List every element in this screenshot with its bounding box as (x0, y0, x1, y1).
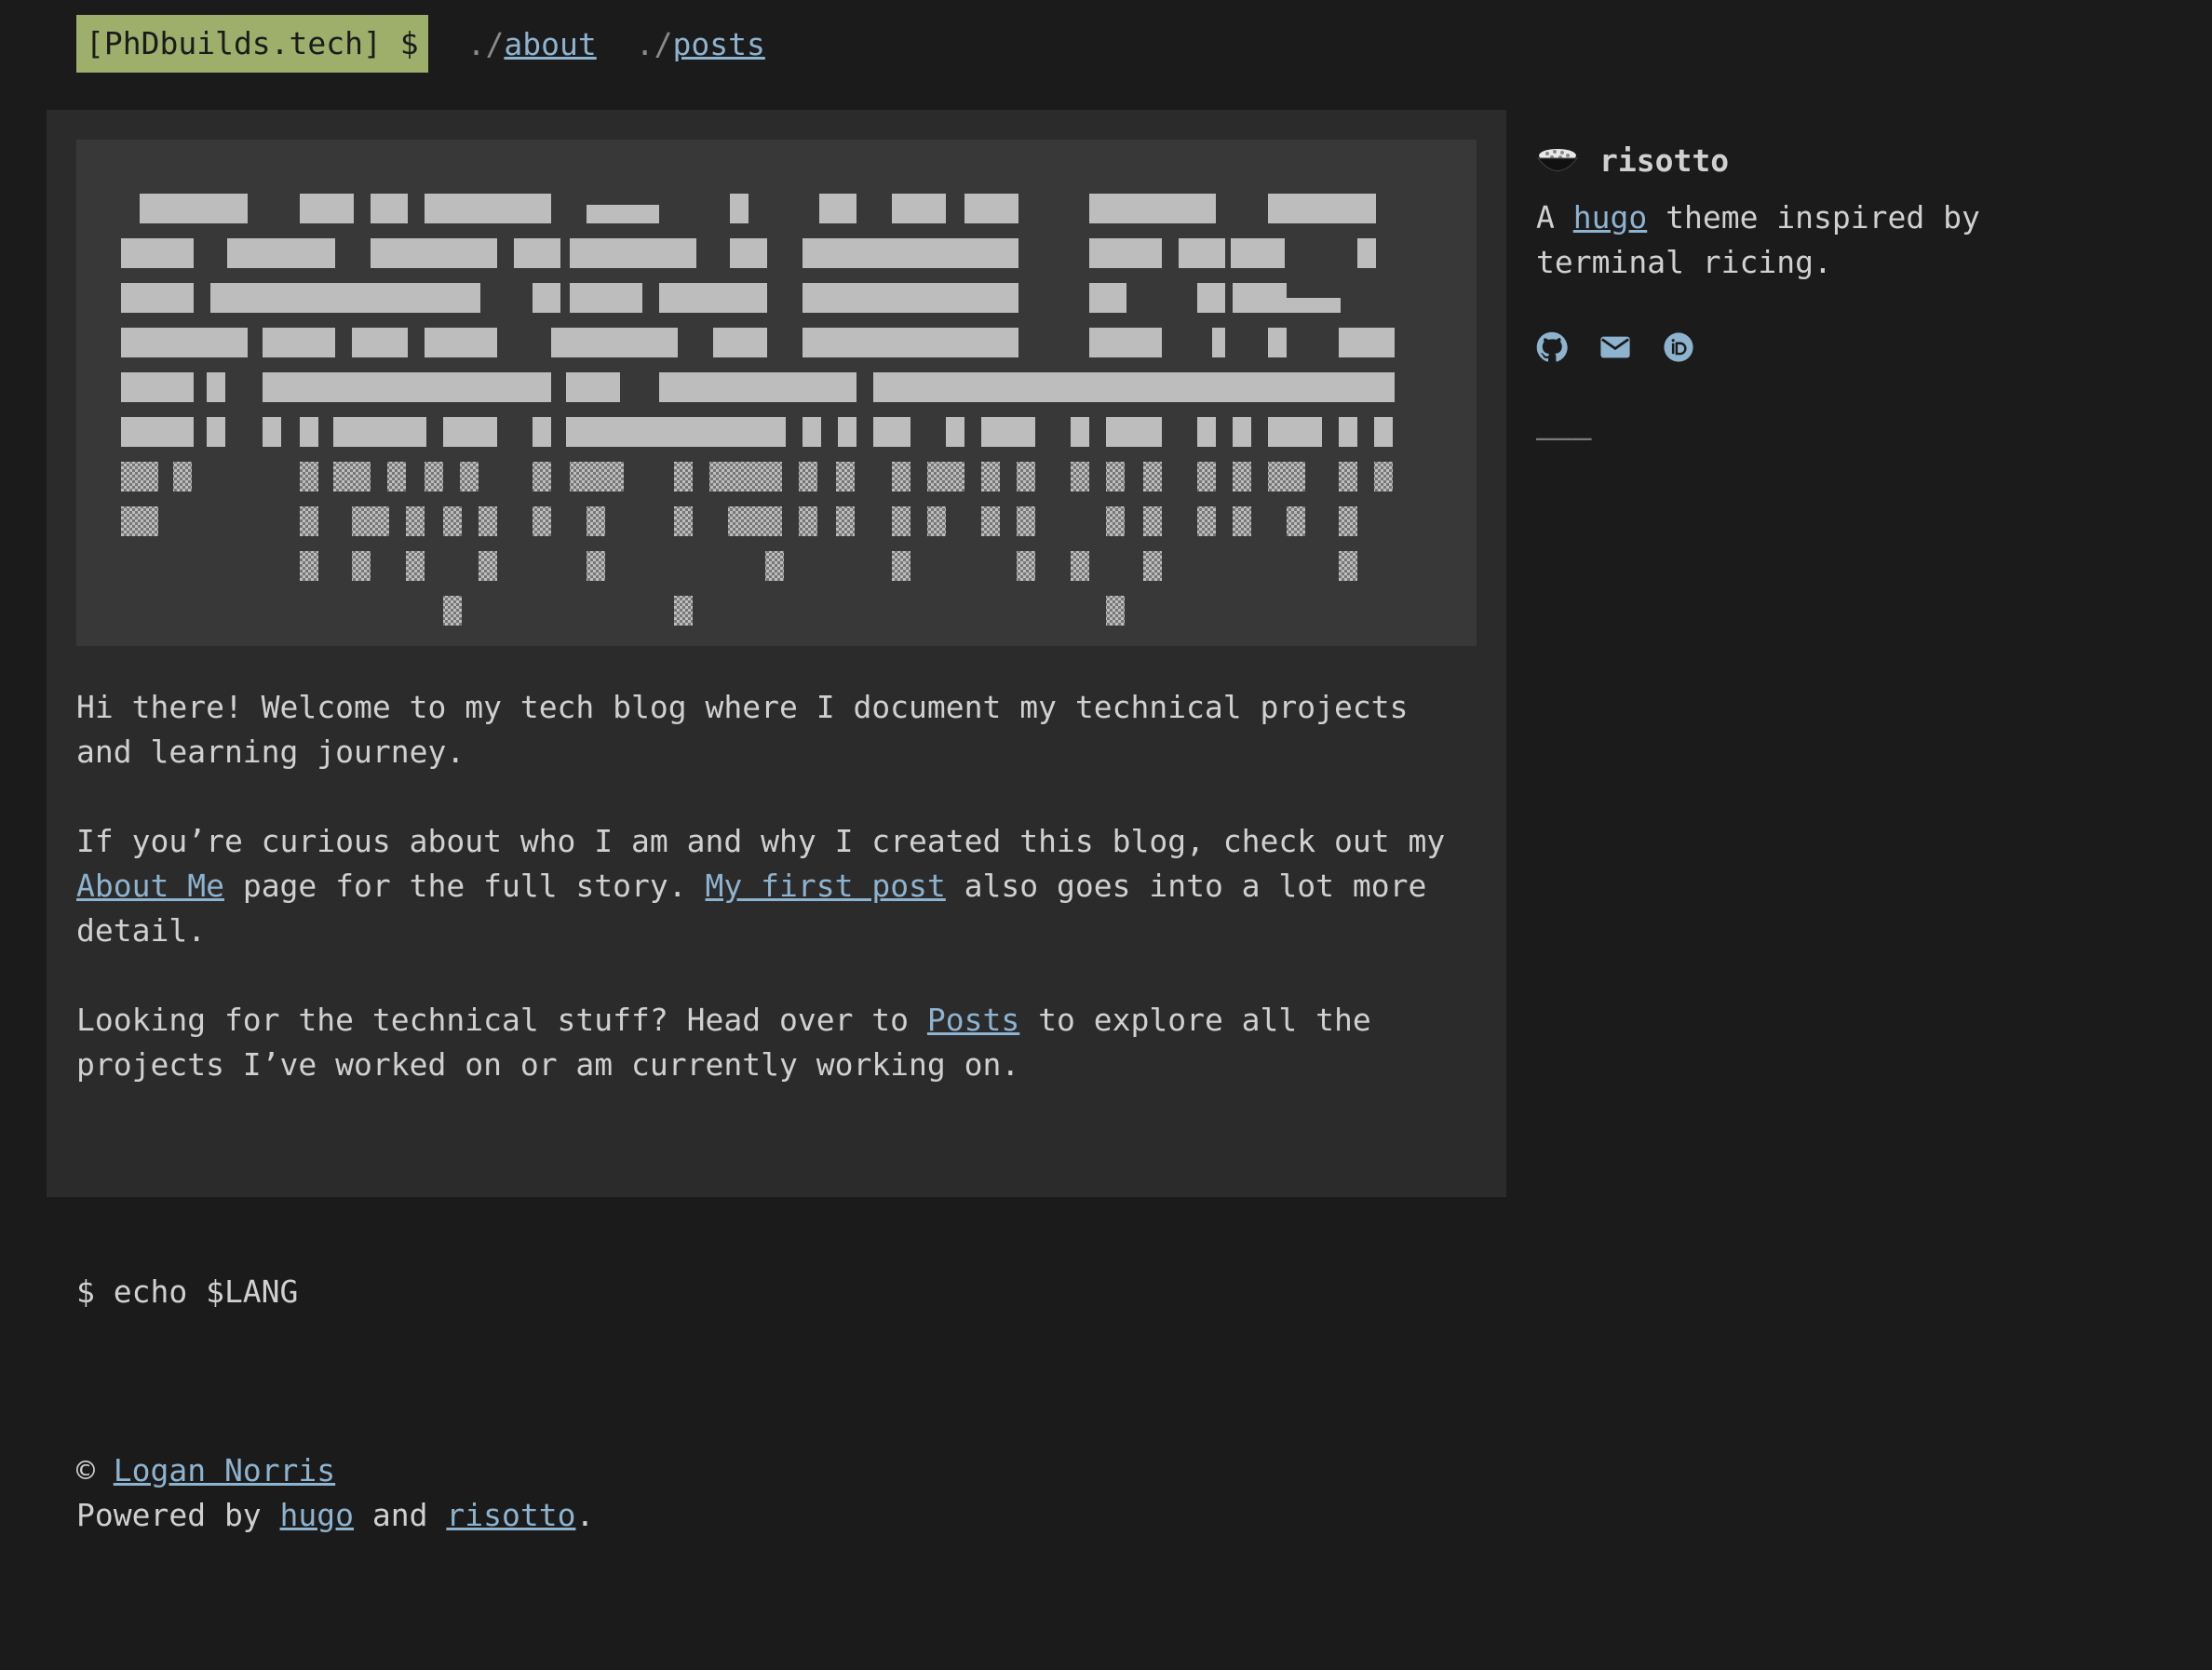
powered-text: and (354, 1497, 447, 1533)
orcid-icon (1664, 332, 1693, 362)
main-content-panel: Hi there! Welcome to my tech blog where … (47, 110, 1506, 1197)
site-header: [PhDbuilds.tech] $ ./about ./posts (76, 15, 804, 73)
intro-paragraph-1: Hi there! Welcome to my tech blog where … (76, 689, 1409, 770)
footer-hugo-link[interactable]: hugo (280, 1497, 354, 1533)
nav-prefix: ./ (635, 25, 673, 62)
paragraph-text: page for the full story. (223, 868, 706, 904)
sidebar-desc-text: A (1536, 199, 1573, 236)
intro-paragraph-2: If you’re curious about who I am and why… (76, 819, 1477, 953)
echo-lang-line: $ echo $LANG (76, 1273, 299, 1310)
paragraph-text: Looking for the technical stuff? Head ov… (76, 1002, 927, 1038)
sidebar-title: risotto (1599, 142, 1730, 179)
footer-risotto-link[interactable]: risotto (446, 1497, 575, 1533)
intro-content: Hi there! Welcome to my tech blog where … (76, 685, 1477, 1132)
nav-link-about[interactable]: about (504, 26, 596, 62)
site-footer: © Logan Norris Powered by hugo and risot… (76, 1448, 594, 1538)
author-link[interactable]: Logan Norris (114, 1452, 335, 1488)
nav-prefix: ./ (466, 25, 505, 62)
mail-link[interactable] (1599, 331, 1631, 363)
github-link[interactable] (1536, 331, 1568, 363)
powered-text: Powered by (76, 1497, 280, 1533)
risotto-bowl-icon (1536, 149, 1579, 171)
posts-link[interactable]: Posts (927, 1002, 1019, 1038)
nav-item-posts: ./posts (636, 26, 765, 62)
sidebar-hugo-link[interactable]: hugo (1573, 199, 1647, 236)
sidebar-title-row: risotto (1536, 136, 2141, 186)
paragraph-text: If you’re curious about who I am and why… (76, 823, 1446, 859)
ascii-art-banner (76, 140, 1477, 646)
first-post-link[interactable]: My first post (706, 868, 946, 904)
sidebar-divider: ——— (1536, 419, 1592, 455)
site-brand[interactable]: [PhDbuilds.tech] $ (76, 15, 428, 73)
github-icon (1536, 331, 1568, 362)
powered-by-line: Powered by hugo and risotto. (76, 1493, 594, 1538)
sidebar-description: A hugo theme inspired by terminal ricing… (1536, 195, 2141, 285)
copyright-line: © Logan Norris (76, 1448, 594, 1493)
powered-text: . (575, 1497, 595, 1533)
main-nav: ./about ./posts (467, 26, 804, 62)
nav-link-posts[interactable]: posts (672, 26, 764, 62)
social-icons (1536, 331, 2141, 363)
mail-icon (1600, 336, 1630, 358)
intro-paragraph-3: Looking for the technical stuff? Head ov… (76, 998, 1477, 1087)
orcid-link[interactable] (1663, 331, 1694, 363)
nav-item-about: ./about (467, 26, 597, 62)
ascii-art-svg (121, 194, 1395, 626)
about-me-link[interactable]: About Me (76, 868, 224, 904)
copyright-symbol: © (76, 1452, 95, 1488)
sidebar: risotto A hugo theme inspired by termina… (1536, 136, 2141, 460)
